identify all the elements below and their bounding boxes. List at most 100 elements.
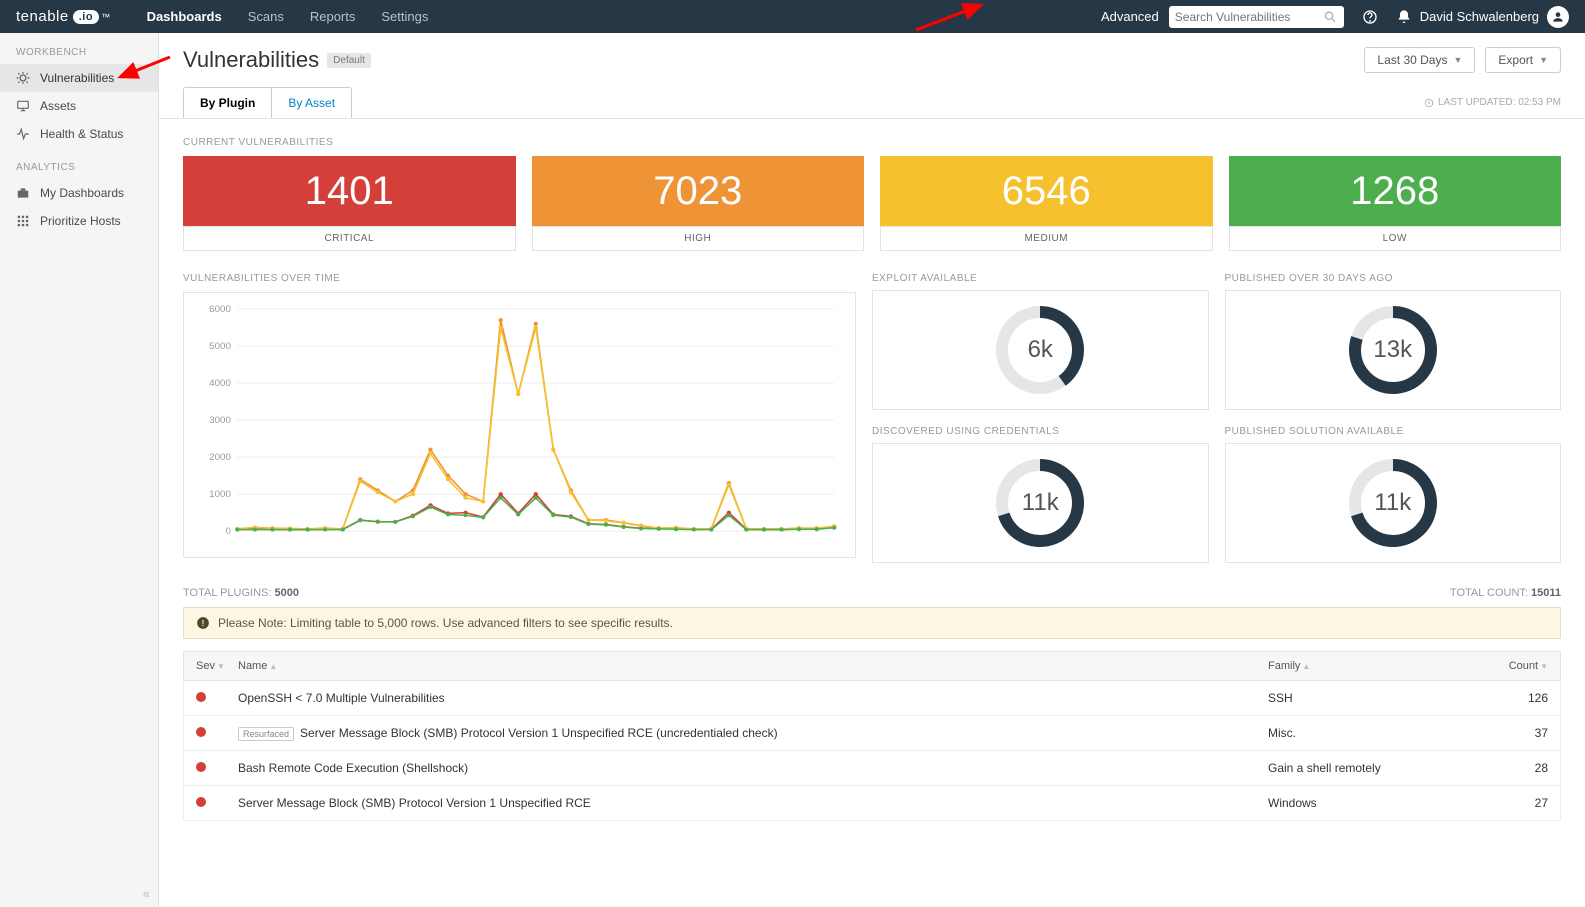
table-row[interactable]: ResurfacedServer Message Block (SMB) Pro…	[183, 716, 1561, 751]
donut-3[interactable]: PUBLISHED SOLUTION AVAILABLE11k	[1225, 426, 1562, 563]
severity-dot-icon	[196, 727, 206, 737]
vot-chart[interactable]: 0100020003000400050006000	[183, 292, 856, 558]
svg-text:0: 0	[225, 526, 230, 536]
total-plugins: TOTAL PLUGINS: 5000	[183, 587, 299, 599]
donut-title: PUBLISHED SOLUTION AVAILABLE	[1225, 426, 1562, 437]
nav-settings[interactable]: Settings	[381, 9, 428, 24]
donut-box: 13k	[1225, 290, 1562, 410]
line-chart-svg: 0100020003000400050006000	[194, 303, 845, 547]
svg-text:5000: 5000	[209, 341, 231, 351]
svg-text:3000: 3000	[209, 415, 231, 425]
topbar: tenable .io ™ Dashboards Scans Reports S…	[0, 0, 1585, 33]
sidebar-collapse[interactable]: «	[143, 886, 150, 901]
bug-icon	[16, 71, 30, 85]
date-range-label: Last 30 Days	[1377, 53, 1447, 67]
search-box[interactable]	[1169, 6, 1344, 28]
donut-0[interactable]: EXPLOIT AVAILABLE 6k	[872, 273, 1209, 410]
row-family: SSH	[1268, 691, 1478, 705]
page-header: Vulnerabilities Default Last 30 Days ▼ Ex…	[159, 33, 1585, 87]
sidebar-item-vulnerabilities[interactable]: Vulnerabilities	[0, 64, 158, 92]
row-count: 27	[1478, 796, 1548, 810]
row-sev	[196, 726, 238, 740]
tabs-group: By Plugin By Asset	[183, 87, 352, 118]
top-nav: Dashboards Scans Reports Settings	[147, 9, 429, 24]
svg-text:1000: 1000	[209, 489, 231, 499]
advanced-search-link[interactable]: Advanced	[1101, 9, 1159, 24]
search-input[interactable]	[1175, 10, 1323, 24]
table-row[interactable]: Server Message Block (SMB) Protocol Vers…	[183, 786, 1561, 821]
donut-1[interactable]: PUBLISHED OVER 30 DAYS AGO13k	[1225, 273, 1562, 410]
card-low[interactable]: 1268LOW	[1229, 156, 1562, 251]
svg-text:6000: 6000	[209, 304, 231, 314]
sidebar-dash-label: My Dashboards	[40, 186, 124, 200]
th-count[interactable]: Count▼	[1478, 660, 1548, 672]
pulse-icon	[16, 127, 30, 141]
row-sev	[196, 761, 238, 775]
row-family: Windows	[1268, 796, 1478, 810]
default-badge: Default	[327, 53, 371, 68]
row-limit-notice: ! Please Note: Limiting table to 5,000 r…	[183, 607, 1561, 639]
card-high[interactable]: 7023HIGH	[532, 156, 865, 251]
vuln-over-time: VULNERABILITIES OVER TIME 01000200030004…	[183, 273, 856, 563]
sidebar-vuln-label: Vulnerabilities	[40, 71, 114, 85]
resurfaced-badge: Resurfaced	[238, 727, 294, 741]
svg-text:2000: 2000	[209, 452, 231, 462]
th-name[interactable]: Name▲	[238, 660, 1268, 672]
monitor-icon	[16, 99, 30, 113]
sidebar-item-prioritize[interactable]: Prioritize Hosts	[0, 207, 158, 235]
card-critical[interactable]: 1401CRITICAL	[183, 156, 516, 251]
card-critical-label: CRITICAL	[183, 226, 516, 251]
total-count: TOTAL COUNT: 15011	[1450, 587, 1561, 599]
tab-by-plugin[interactable]: By Plugin	[184, 88, 272, 118]
bell-icon[interactable]	[1396, 9, 1412, 25]
nav-dashboards[interactable]: Dashboards	[147, 9, 222, 24]
caret-down-icon: ▼	[1539, 55, 1548, 65]
current-vuln-header: CURRENT VULNERABILITIES	[159, 119, 1585, 156]
brand-text: tenable	[16, 8, 69, 25]
search-icon	[1323, 9, 1338, 25]
sidebar-item-assets[interactable]: Assets	[0, 92, 158, 120]
brand-io: .io	[73, 10, 99, 24]
export-dropdown[interactable]: Export▼	[1485, 47, 1561, 73]
row-sev	[196, 796, 238, 810]
last-updated-text: LAST UPDATED: 02:53 PM	[1438, 97, 1561, 108]
card-medium-label: MEDIUM	[880, 226, 1213, 251]
charts-row: VULNERABILITIES OVER TIME 01000200030004…	[159, 273, 1585, 563]
row-count: 37	[1478, 726, 1548, 740]
nav-scans[interactable]: Scans	[248, 9, 284, 24]
content: Vulnerabilities Default Last 30 Days ▼ Ex…	[159, 33, 1585, 907]
sidebar-analytics-header: ANALYTICS	[0, 148, 158, 179]
th-family[interactable]: Family▲	[1268, 660, 1478, 672]
donut-title: EXPLOIT AVAILABLE	[872, 273, 1209, 284]
info-icon: !	[196, 616, 210, 630]
sidebar-item-health[interactable]: Health & Status	[0, 120, 158, 148]
tab-bar: By Plugin By Asset LAST UPDATED: 02:53 P…	[159, 87, 1585, 119]
card-critical-value: 1401	[183, 156, 516, 226]
tm-symbol: ™	[101, 12, 111, 22]
date-range-dropdown[interactable]: Last 30 Days ▼	[1364, 47, 1475, 73]
page-title: Vulnerabilities	[183, 47, 319, 73]
table-row[interactable]: OpenSSH < 7.0 Multiple VulnerabilitiesSS…	[183, 681, 1561, 716]
user-avatar[interactable]	[1547, 6, 1569, 28]
row-name: OpenSSH < 7.0 Multiple Vulnerabilities	[238, 691, 1268, 705]
help-icon[interactable]	[1362, 9, 1378, 25]
row-name: Bash Remote Code Execution (Shellshock)	[238, 761, 1268, 775]
user-name[interactable]: David Schwalenberg	[1420, 9, 1539, 24]
donut-2[interactable]: DISCOVERED USING CREDENTIALS11k	[872, 426, 1209, 563]
row-count: 126	[1478, 691, 1548, 705]
tab-by-asset[interactable]: By Asset	[272, 88, 351, 118]
nav-reports[interactable]: Reports	[310, 9, 356, 24]
sidebar-pri-label: Prioritize Hosts	[40, 214, 121, 228]
main: WORKBENCH Vulnerabilities Assets Health …	[0, 33, 1585, 907]
donut-box: 6k	[872, 290, 1209, 410]
avatar-icon	[1551, 10, 1565, 24]
sidebar-item-dashboards[interactable]: My Dashboards	[0, 179, 158, 207]
card-medium[interactable]: 6546MEDIUM	[880, 156, 1213, 251]
sidebar: WORKBENCH Vulnerabilities Assets Health …	[0, 33, 159, 907]
table-row[interactable]: Bash Remote Code Execution (Shellshock)G…	[183, 751, 1561, 786]
donut-col-1: EXPLOIT AVAILABLE 6k DISCOVERED USING CRED…	[872, 273, 1209, 563]
row-name: Server Message Block (SMB) Protocol Vers…	[238, 796, 1268, 810]
brand-logo[interactable]: tenable .io ™	[16, 8, 111, 25]
caret-down-icon: ▼	[1453, 55, 1462, 65]
th-sev[interactable]: Sev▼	[196, 660, 238, 672]
